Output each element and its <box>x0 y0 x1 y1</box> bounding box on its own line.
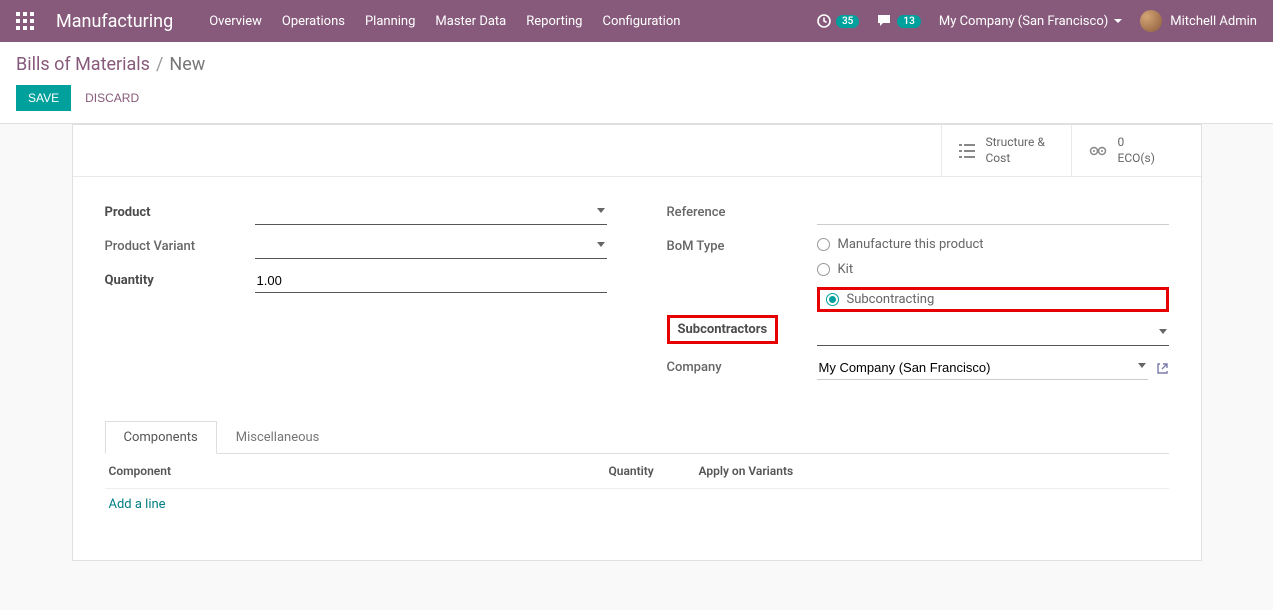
breadcrumb-link[interactable]: Bills of Materials <box>16 54 150 75</box>
ecos-button[interactable]: 0 ECO(s) <box>1071 125 1201 176</box>
reference-label: Reference <box>667 201 817 220</box>
menu-reporting[interactable]: Reporting <box>526 14 582 29</box>
save-button[interactable]: SAVE <box>16 85 71 111</box>
apps-icon[interactable] <box>16 12 34 30</box>
table-header: Component Quantity Apply on Variants <box>105 454 1169 489</box>
breadcrumb-sep: / <box>156 54 163 75</box>
caret-down-icon <box>1114 19 1122 23</box>
breadcrumb-bar: Bills of Materials / New <box>0 42 1273 75</box>
stat-button-box: Structure & Cost 0 ECO(s) <box>73 125 1201 177</box>
clock-icon <box>816 13 832 29</box>
menu-configuration[interactable]: Configuration <box>602 14 680 29</box>
structure-cost-l1: Structure & <box>986 135 1045 151</box>
company-name: My Company (San Francisco) <box>939 14 1108 29</box>
discuss-indicator[interactable]: 13 <box>877 14 920 28</box>
breadcrumb: Bills of Materials / New <box>16 54 1257 75</box>
activity-indicator[interactable]: 35 <box>816 13 859 29</box>
discard-button[interactable]: DISCARD <box>85 91 139 105</box>
subcontractors-input[interactable] <box>817 322 1169 346</box>
bom-type-label: BoM Type <box>667 235 817 254</box>
variant-input[interactable] <box>255 235 607 259</box>
menu-master-data[interactable]: Master Data <box>435 14 506 29</box>
product-input[interactable] <box>255 201 607 225</box>
main-menu: Overview Operations Planning Master Data… <box>209 14 816 29</box>
product-label: Product <box>105 201 255 220</box>
col-variants: Apply on Variants <box>689 464 1169 478</box>
col-component: Component <box>105 464 609 478</box>
avatar <box>1140 10 1162 32</box>
radio-icon <box>817 238 830 251</box>
subcontractors-label: Subcontractors <box>678 322 768 337</box>
bom-type-kit-label: Kit <box>838 262 854 277</box>
bom-type-subcontracting-label: Subcontracting <box>847 292 935 307</box>
notebook-tabs: Components Miscellaneous <box>105 420 1169 454</box>
form-body: Product Product Variant <box>73 177 1201 400</box>
activity-badge: 35 <box>836 15 859 28</box>
systray: 35 13 My Company (San Francisco) Mitchel… <box>816 10 1257 32</box>
bom-type-radio-group: Manufacture this product Kit Subcon <box>817 235 1169 312</box>
external-link-icon[interactable] <box>1156 362 1169 375</box>
gears-icon <box>1088 143 1108 159</box>
bom-type-manufacture[interactable]: Manufacture this product <box>817 237 1169 252</box>
highlight-subcontracting: Subcontracting <box>817 287 1169 312</box>
bom-type-subcontracting[interactable]: Subcontracting <box>826 292 1160 307</box>
col-quantity: Quantity <box>609 464 689 478</box>
app-title[interactable]: Manufacturing <box>56 11 173 32</box>
user-menu[interactable]: Mitchell Admin <box>1140 10 1257 32</box>
top-navbar: Manufacturing Overview Operations Planni… <box>0 0 1273 42</box>
breadcrumb-current: New <box>169 54 205 75</box>
tab-components[interactable]: Components <box>105 421 217 454</box>
company-switcher[interactable]: My Company (San Francisco) <box>939 14 1122 29</box>
chat-icon <box>877 14 893 28</box>
discuss-badge: 13 <box>897 15 920 28</box>
action-bar: SAVE DISCARD <box>0 75 1273 124</box>
variant-label: Product Variant <box>105 235 255 254</box>
user-name: Mitchell Admin <box>1170 14 1257 29</box>
radio-icon <box>817 263 830 276</box>
reference-input[interactable] <box>817 201 1169 225</box>
ecos-count: 0 <box>1118 135 1155 151</box>
structure-cost-button[interactable]: Structure & Cost <box>941 125 1071 176</box>
ecos-label: ECO(s) <box>1118 151 1155 167</box>
form-sheet: Structure & Cost 0 ECO(s) Product <box>72 124 1202 561</box>
menu-planning[interactable]: Planning <box>365 14 415 29</box>
company-label: Company <box>667 356 817 375</box>
subcontractors-label-highlight: Subcontractors <box>667 315 779 344</box>
bom-type-manufacture-label: Manufacture this product <box>838 237 984 252</box>
tab-miscellaneous[interactable]: Miscellaneous <box>217 421 339 454</box>
structure-cost-l2: Cost <box>986 151 1045 167</box>
components-table: Component Quantity Apply on Variants Add… <box>73 454 1201 560</box>
add-line-link[interactable]: Add a line <box>105 489 1169 520</box>
list-icon <box>958 143 976 159</box>
company-input[interactable] <box>817 356 1148 380</box>
quantity-input[interactable] <box>255 269 607 293</box>
radio-checked-icon <box>826 293 839 306</box>
quantity-label: Quantity <box>105 269 255 288</box>
menu-operations[interactable]: Operations <box>282 14 345 29</box>
bom-type-kit[interactable]: Kit <box>817 262 1169 277</box>
menu-overview[interactable]: Overview <box>209 14 262 29</box>
